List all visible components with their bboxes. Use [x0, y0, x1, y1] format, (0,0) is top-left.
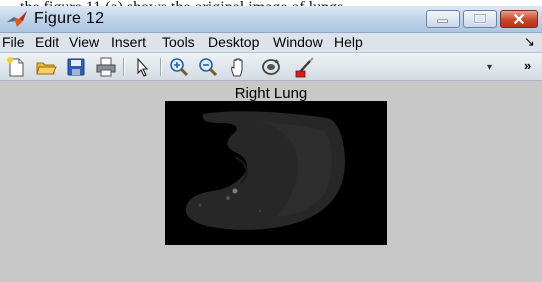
figure-window: Figure 12 File Edit View Insert Tools De…: [0, 6, 542, 282]
lung-segmentation-image: [165, 101, 387, 245]
minimize-button[interactable]: [426, 10, 460, 28]
toolbar-overflow-icon[interactable]: »: [524, 58, 531, 73]
title-bar[interactable]: Figure 12: [0, 6, 542, 33]
toolbar-separator: [160, 58, 162, 76]
image-axes[interactable]: [165, 101, 387, 245]
menu-window[interactable]: Window: [273, 34, 323, 50]
menu-desktop[interactable]: Desktop: [208, 34, 259, 50]
axes-title: Right Lung: [234, 85, 308, 102]
menu-file[interactable]: File: [2, 34, 25, 50]
menu-bar: File Edit View Insert Tools Desktop Wind…: [0, 33, 542, 53]
menu-tools[interactable]: Tools: [162, 34, 195, 50]
data-brush-icon[interactable]: [294, 56, 316, 78]
toolbar-separator: [123, 58, 125, 76]
menu-edit[interactable]: Edit: [35, 34, 59, 50]
brush-dropdown-icon[interactable]: ▾: [487, 62, 492, 73]
zoom-out-icon[interactable]: [197, 56, 219, 78]
maximize-icon: [473, 13, 487, 24]
new-figure-icon[interactable]: [5, 56, 27, 78]
dock-arrow-icon[interactable]: ↘: [524, 34, 535, 50]
select-arrow-icon[interactable]: [131, 56, 153, 78]
matlab-logo-icon: [6, 10, 28, 28]
zoom-in-icon[interactable]: [168, 56, 190, 78]
save-icon[interactable]: [65, 56, 87, 78]
figure-canvas: Right Lung: [0, 81, 542, 282]
close-button[interactable]: [500, 10, 538, 28]
maximize-button[interactable]: [463, 10, 497, 28]
menu-view[interactable]: View: [69, 34, 99, 50]
menu-help[interactable]: Help: [334, 34, 363, 50]
close-icon: [513, 13, 525, 25]
minimize-icon: [437, 19, 448, 23]
menu-insert[interactable]: Insert: [111, 34, 146, 50]
open-file-icon[interactable]: [35, 56, 57, 78]
figure-toolbar: ▾ »: [0, 53, 542, 81]
window-title: Figure 12: [34, 10, 105, 27]
rotate-3d-icon[interactable]: [260, 56, 282, 78]
print-icon[interactable]: [95, 56, 117, 78]
pan-hand-icon[interactable]: [228, 56, 250, 78]
